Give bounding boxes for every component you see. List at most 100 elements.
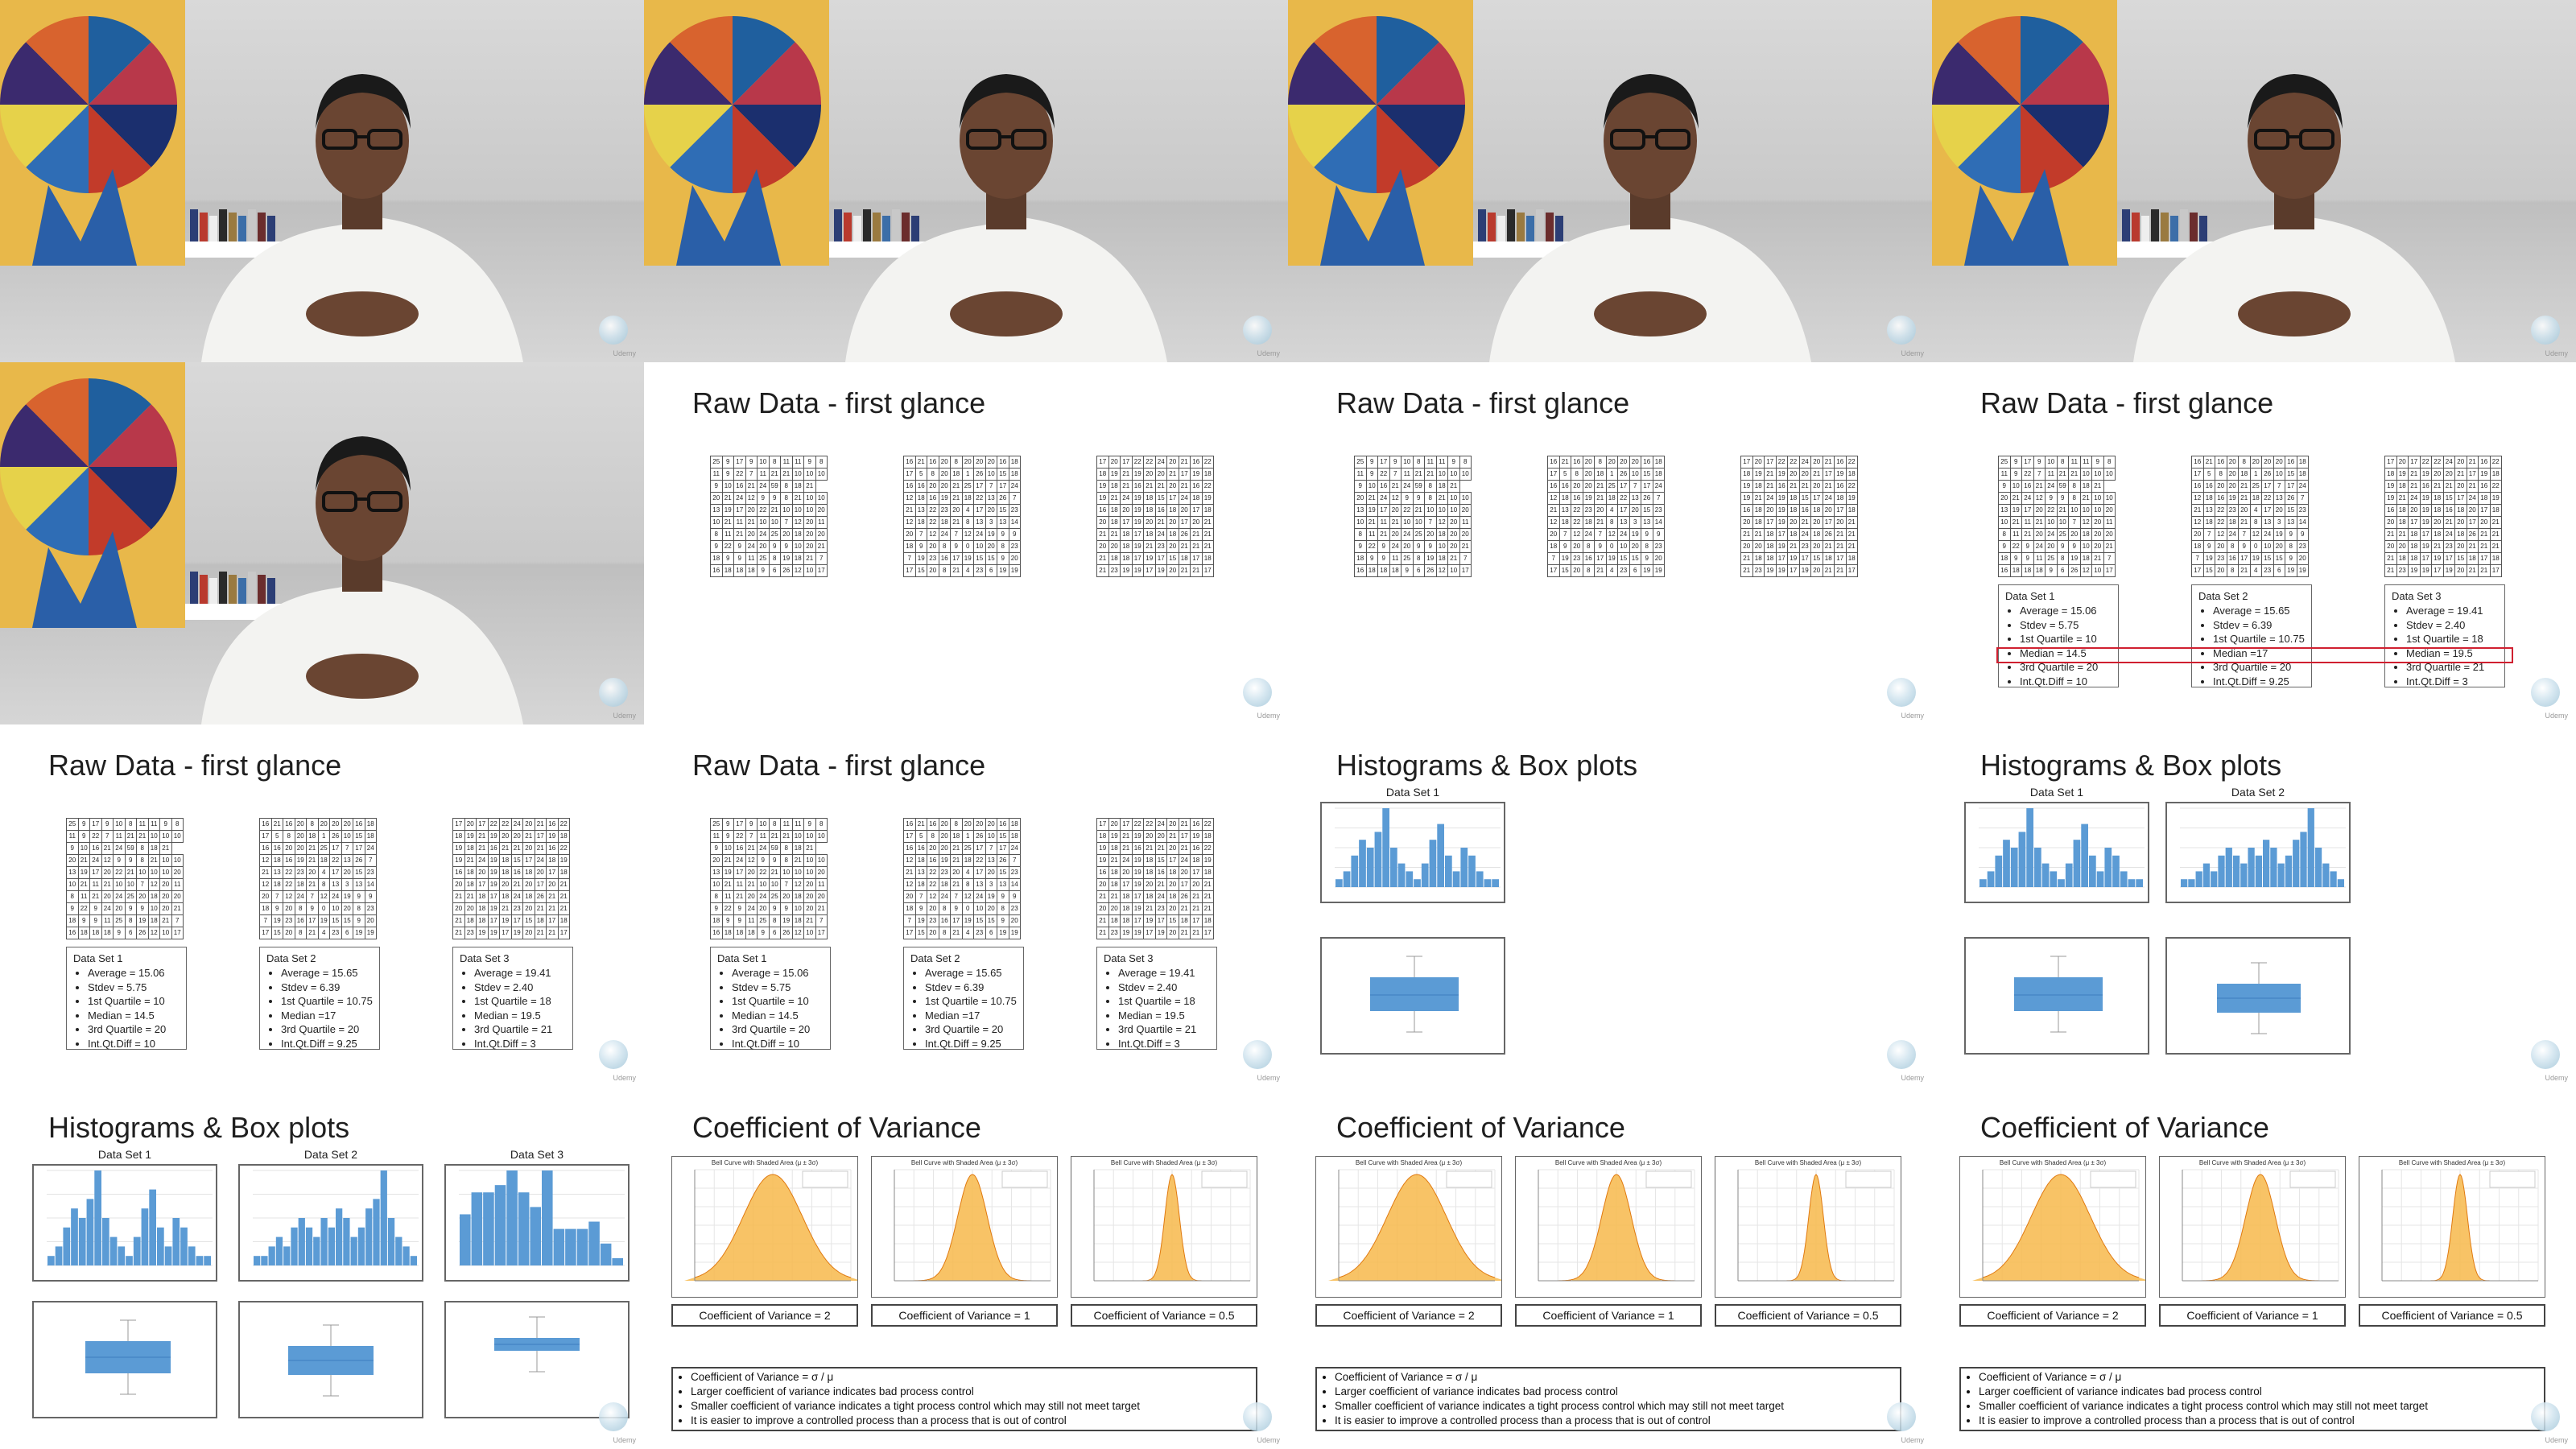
data-table-row: 16 16 20 20 21 25 17 7 17 24 — [259, 842, 377, 855]
data-table-cell: 22 — [329, 854, 342, 867]
data-table-cell: 20 — [815, 528, 828, 541]
data-table-cell: 19 — [499, 914, 512, 927]
cov-notes-list: Coefficient of Variance = σ / μLarger co… — [1966, 1370, 2539, 1428]
stats-item: Average = 19.41 — [474, 966, 566, 980]
thumbnail-video[interactable]: Udemy — [0, 362, 644, 724]
stats-item: Average = 19.41 — [2406, 604, 2498, 618]
histogram-bar — [133, 1236, 141, 1265]
data-table-cell: 16 — [914, 480, 927, 493]
data-table-cell: 17 — [2021, 504, 2034, 517]
data-table-cell: 9 — [997, 890, 1009, 903]
data-table-cell: 22 — [113, 866, 126, 879]
stats-item: Average = 15.65 — [2213, 604, 2305, 618]
data-table-cell: 19 — [721, 504, 734, 517]
data-table-row: 9 10 16 21 24 59 8 18 21 — [1354, 480, 1472, 493]
data-table-cell: 18 — [1143, 890, 1156, 903]
thumbnail-slide[interactable]: Raw Data - first glance 25 9 17 9 10 8 11 11 9 8 11… — [644, 724, 1288, 1087]
data-table-cell: 11 — [815, 516, 828, 529]
data-table-cell: 19 — [1008, 927, 1021, 939]
data-table-cell: 9 — [101, 818, 114, 831]
data-table-cell: 11 — [2079, 456, 2092, 469]
data-table-cell: 10 — [721, 480, 734, 493]
data-table-cell: 0 — [961, 902, 974, 915]
data-table-cell: 18 — [522, 890, 535, 903]
data-table-cell: 13 — [914, 866, 927, 879]
thumbnail-slide[interactable]: Histograms & Box plots Data Set 1 Udemy — [1288, 724, 1932, 1087]
data-table-cell: 24 — [2021, 492, 2034, 505]
data-table-cell: 20 — [2384, 516, 2397, 529]
data-table-cell: 24 — [745, 540, 758, 553]
data-table-cell: 23 — [1008, 866, 1021, 879]
thumbnail-slide[interactable]: Raw Data - first glance 25 9 17 9 10 8 11 11 9 8 11… — [1288, 362, 1932, 724]
data-table-cell: 20 — [985, 456, 997, 469]
data-table-cell: 16 — [1571, 456, 1583, 469]
data-table-cell: 20 — [2408, 504, 2421, 517]
data-table-row: 16 18 18 18 9 6 26 12 10 17 — [710, 564, 828, 577]
data-table-cell: 9 — [721, 914, 734, 927]
data-table-row: 18 9 9 11 25 8 19 18 21 7 — [1998, 552, 2116, 565]
data-table-cell: 20 — [464, 902, 477, 915]
data-table-cell: 20 — [2454, 480, 2467, 493]
data-table-cell: 9 — [2021, 540, 2034, 553]
data-table-cell: 21 — [1752, 528, 1765, 541]
thumbnail-slide[interactable]: Coefficient of Variance Bell Curve with S… — [644, 1087, 1288, 1449]
data-table-cell: 20 — [1008, 914, 1021, 927]
data-table-cell: 21 — [721, 878, 734, 891]
data-table-cell: 20 — [1178, 504, 1191, 517]
data-table-cell: 20 — [1605, 456, 1618, 469]
histogram-svg — [2180, 807, 2346, 888]
thumbnail-slide[interactable]: Coefficient of Variance Bell Curve with S… — [1932, 1087, 2576, 1449]
data-table-cell: 21 — [1447, 552, 1460, 565]
data-table-cell: 20 — [1998, 492, 2011, 505]
data-table-cell: 18 — [1190, 492, 1203, 505]
wall-painting — [1932, 0, 2117, 266]
thumbnail-slide[interactable]: Raw Data - first glance 25 9 17 9 10 8 11 11 9 8 11… — [0, 724, 644, 1087]
histogram-bar — [2248, 848, 2255, 887]
stats-item: Int.Qt.Diff = 10 — [732, 1037, 824, 1051]
data-table-cell: 9 — [1652, 528, 1665, 541]
book-spine — [1488, 213, 1496, 242]
data-table-cell: 24 — [1652, 480, 1665, 493]
data-table-cell: 21 — [903, 866, 916, 879]
stats-item: Int.Qt.Diff = 10 — [2020, 675, 2112, 689]
data-table-cell: 21 — [1845, 540, 1858, 553]
data-table-cell: 22 — [1787, 456, 1800, 469]
data-table-cell: 18 — [2478, 492, 2491, 505]
histogram-bar — [542, 1170, 553, 1265]
data-table-cell: 21 — [2021, 528, 2034, 541]
thumbnail-slide[interactable]: Coefficient of Variance Bell Curve with S… — [1288, 1087, 1932, 1449]
data-table-cell: 22 — [1143, 818, 1156, 831]
bell-curve-chart: Bell Curve with Shaded Area (μ ± 3σ) — [1515, 1156, 1702, 1298]
histogram-bar — [305, 1227, 313, 1265]
data-table-cell: 18 — [903, 540, 916, 553]
data-table-cell: 12 — [791, 878, 804, 891]
data-table-cell: 17 — [2021, 456, 2034, 469]
data-table-row: 20 7 12 24 7 12 24 19 9 9 — [259, 890, 377, 903]
thumbnail-video[interactable]: Udemy — [1288, 0, 1932, 362]
data-table-cell: 11 — [745, 914, 758, 927]
data-table-cell: 8 — [768, 818, 781, 831]
data-table-cell: 9 — [1424, 540, 1437, 553]
stats-list: Average = 19.41Stdev = 2.401st Quartile … — [1104, 966, 1210, 1051]
thumbnail-video[interactable]: Udemy — [0, 0, 644, 362]
thumbnail-slide[interactable]: Histograms & Box plots Data Set 1 Data Set… — [1932, 724, 2576, 1087]
bell-curve-title: Bell Curve with Shaded Area (μ ± 3σ) — [1755, 1159, 1862, 1166]
thumbnail-slide[interactable]: Raw Data - first glance 25 9 17 9 10 8 11 11 9 8 11… — [1932, 362, 2576, 724]
data-table-cell: 19 — [1131, 504, 1144, 517]
stats-item: Average = 15.65 — [281, 966, 373, 980]
histogram-bar — [1335, 879, 1343, 887]
thumbnail-slide[interactable]: Raw Data - first glance 25 9 17 9 10 8 11 11 9 8 11… — [644, 362, 1288, 724]
data-table-cell: 10 — [171, 854, 184, 867]
thumbnail-video[interactable]: Udemy — [1932, 0, 2576, 362]
thumbnail-slide[interactable]: Histograms & Box plots Data Set 1 Data Set… — [0, 1087, 644, 1449]
thumbnail-video[interactable]: Udemy — [644, 0, 1288, 362]
data-table-cell: 19 — [2419, 540, 2432, 553]
data-table-cell: 21 — [1594, 564, 1607, 577]
histogram-bar — [71, 1208, 78, 1265]
data-table-cell: 10 — [2045, 516, 2058, 529]
histogram-bar — [2136, 879, 2143, 887]
data-table-cell: 18 — [1166, 528, 1179, 541]
data-table-cell: 17 — [1617, 480, 1630, 493]
histogram-bar — [2128, 879, 2136, 887]
data-table-row: 13 19 17 20 22 21 10 10 10 20 — [710, 504, 828, 517]
